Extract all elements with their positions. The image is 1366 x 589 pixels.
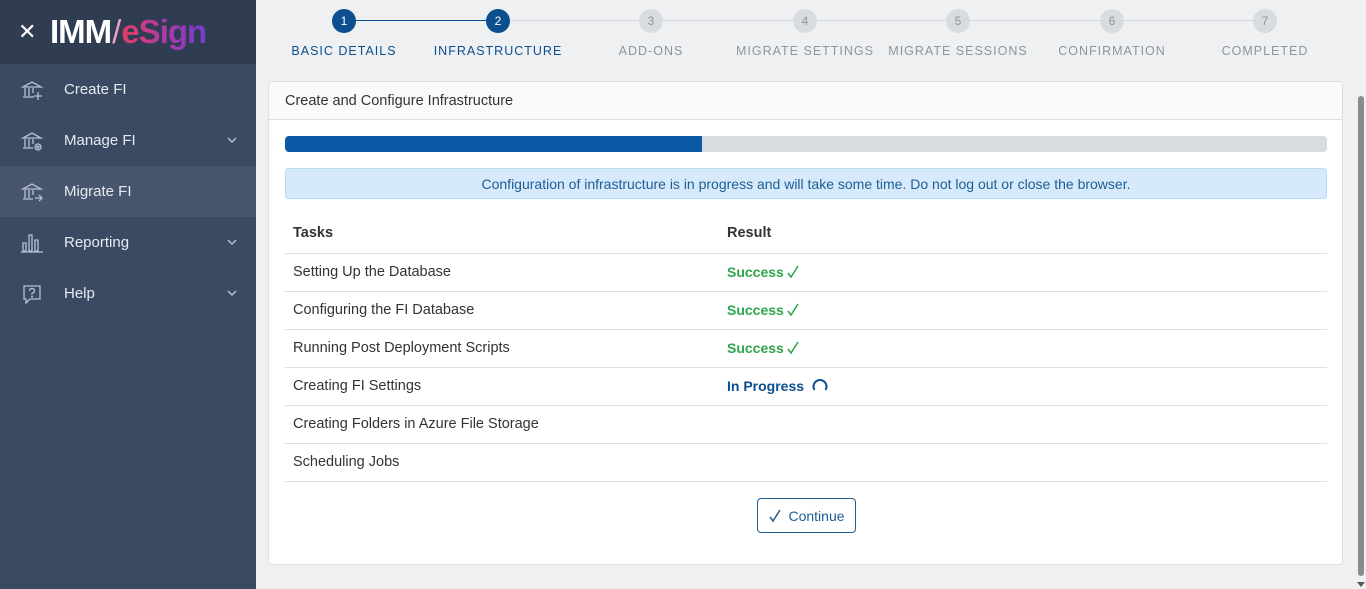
task-name: Running Post Deployment Scripts xyxy=(285,329,719,368)
step-number: 7 xyxy=(1253,9,1277,33)
sidebar-item-create-fi[interactable]: Create FI xyxy=(0,64,256,115)
logo-slash: / xyxy=(112,13,121,50)
step-number: 4 xyxy=(793,9,817,33)
task-result xyxy=(719,405,1327,444)
step-confirmation[interactable]: 6 CONFIRMATION xyxy=(1037,9,1187,58)
sidebar: ✕ IMM / eSign Create FI Manage FI Migrat… xyxy=(0,0,256,589)
bank-add-icon xyxy=(20,78,44,102)
task-result xyxy=(719,443,1327,482)
table-row: Creating FI Settings In Progress xyxy=(285,367,1327,406)
bar-chart-icon xyxy=(20,231,44,255)
status-text: Success xyxy=(727,339,784,356)
check-icon xyxy=(786,341,800,355)
continue-button[interactable]: Continue xyxy=(757,498,856,533)
status-success: Success xyxy=(727,264,800,280)
table-row: Scheduling Jobs xyxy=(285,443,1327,482)
chevron-down-icon[interactable] xyxy=(226,286,238,298)
app-logo: IMM / eSign xyxy=(50,13,207,51)
brand-bar: ✕ IMM / eSign xyxy=(0,0,256,64)
step-migrate-settings[interactable]: 4 MIGRATE SETTINGS xyxy=(730,9,880,58)
step-label: COMPLETED xyxy=(1221,44,1309,58)
sidebar-item-label: Help xyxy=(64,285,95,302)
step-label: MIGRATE SESSIONS xyxy=(888,44,1028,58)
step-migrate-sessions[interactable]: 5 MIGRATE SESSIONS xyxy=(883,9,1033,58)
close-icon[interactable]: ✕ xyxy=(18,21,40,43)
step-label: BASIC DETAILS xyxy=(291,44,397,58)
table-row: Creating Folders in Azure File Storage xyxy=(285,405,1327,444)
column-header-result: Result xyxy=(719,214,1327,254)
step-label: MIGRATE SETTINGS xyxy=(736,44,874,58)
table-row: Setting Up the Database Success xyxy=(285,253,1327,292)
step-label: ADD-ONS xyxy=(618,44,684,58)
sidebar-item-migrate-fi[interactable]: Migrate FI xyxy=(0,166,256,217)
task-name: Scheduling Jobs xyxy=(285,443,719,482)
table-row: Configuring the FI Database Success xyxy=(285,291,1327,330)
step-label: CONFIRMATION xyxy=(1058,44,1166,58)
step-number: 3 xyxy=(639,9,663,33)
step-number: 1 xyxy=(332,9,356,33)
step-infrastructure[interactable]: 2 INFRASTRUCTURE xyxy=(423,9,573,58)
progress-bar-fill xyxy=(285,136,702,152)
task-result: Success xyxy=(719,253,1327,292)
status-text: Success xyxy=(727,263,784,280)
check-icon xyxy=(786,265,800,279)
scrollbar-thumb[interactable] xyxy=(1358,96,1364,576)
sidebar-item-label: Migrate FI xyxy=(64,183,132,200)
bank-gear-icon xyxy=(20,129,44,153)
status-text: Success xyxy=(727,301,784,318)
task-name: Creating FI Settings xyxy=(285,367,719,406)
chevron-down-icon[interactable] xyxy=(226,133,238,145)
step-completed[interactable]: 7 COMPLETED xyxy=(1190,9,1340,58)
column-header-tasks: Tasks xyxy=(285,214,719,254)
chevron-down-icon[interactable] xyxy=(226,235,238,247)
step-number: 5 xyxy=(946,9,970,33)
sidebar-item-label: Manage FI xyxy=(64,132,136,149)
logo-suffix: eSign xyxy=(121,13,207,50)
scroll-down-arrow-icon[interactable] xyxy=(1357,582,1365,587)
task-name: Setting Up the Database xyxy=(285,253,719,292)
task-result: Success xyxy=(719,329,1327,368)
task-result: In Progress xyxy=(719,367,1327,406)
page-scrollbar[interactable] xyxy=(1356,0,1366,589)
logo-prefix: IMM xyxy=(50,13,112,50)
status-success: Success xyxy=(727,302,800,318)
step-basic-details[interactable]: 1 BASIC DETAILS xyxy=(269,9,419,58)
step-number: 6 xyxy=(1100,9,1124,33)
infrastructure-card: Create and Configure Infrastructure Conf… xyxy=(268,81,1343,565)
sidebar-item-help[interactable]: Help xyxy=(0,268,256,319)
wizard-stepper: 1 BASIC DETAILS 2 INFRASTRUCTURE 3 ADD-O… xyxy=(268,0,1344,80)
check-icon xyxy=(786,303,800,317)
status-text: In Progress xyxy=(727,377,805,394)
status-success: Success xyxy=(727,340,800,356)
status-in-progress: In Progress xyxy=(727,378,828,394)
spinner-icon xyxy=(812,378,828,394)
step-label: INFRASTRUCTURE xyxy=(433,44,563,58)
continue-label: Continue xyxy=(788,507,845,524)
help-icon xyxy=(20,282,44,306)
tasks-table: Tasks Result Setting Up the Database Suc… xyxy=(285,214,1327,482)
card-title: Create and Configure Infrastructure xyxy=(269,82,1342,120)
table-row: Running Post Deployment Scripts Success xyxy=(285,329,1327,368)
table-header-row: Tasks Result xyxy=(285,214,1327,254)
check-icon xyxy=(768,509,782,523)
step-number: 2 xyxy=(486,9,510,33)
info-alert: Configuration of infrastructure is in pr… xyxy=(285,168,1327,199)
sidebar-item-label: Reporting xyxy=(64,234,130,251)
sidebar-item-label: Create FI xyxy=(64,81,127,98)
step-add-ons[interactable]: 3 ADD-ONS xyxy=(576,9,726,58)
task-result: Success xyxy=(719,291,1327,330)
progress-bar xyxy=(285,136,1327,152)
task-name: Creating Folders in Azure File Storage xyxy=(285,405,719,444)
main-content: 1 BASIC DETAILS 2 INFRASTRUCTURE 3 ADD-O… xyxy=(256,0,1356,589)
sidebar-item-manage-fi[interactable]: Manage FI xyxy=(0,115,256,166)
bank-migrate-icon xyxy=(20,180,44,204)
sidebar-item-reporting[interactable]: Reporting xyxy=(0,217,256,268)
task-name: Configuring the FI Database xyxy=(285,291,719,330)
